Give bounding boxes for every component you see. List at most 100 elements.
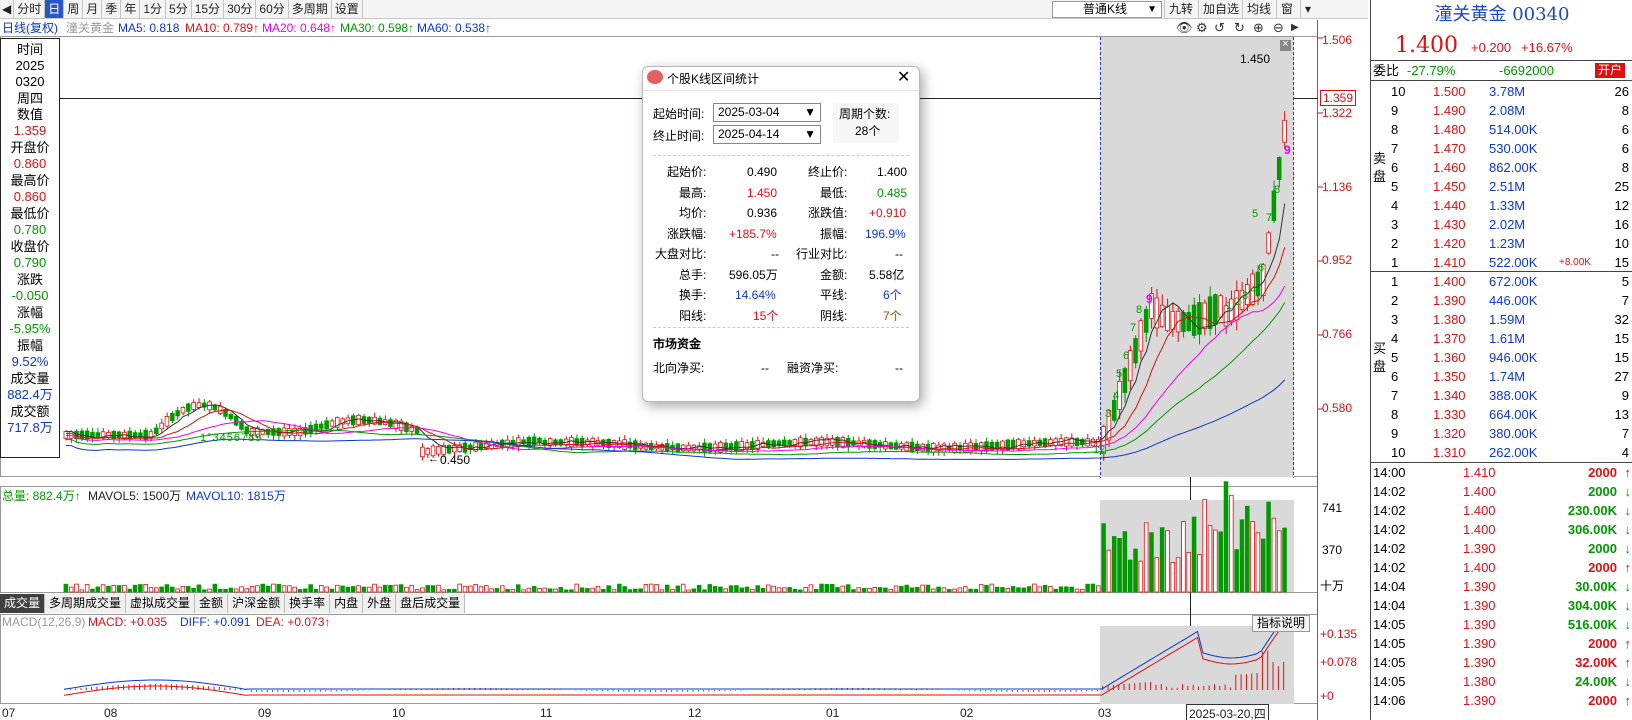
- bid-row[interactable]: 7 1.340 388.00K 9: [1371, 386, 1632, 405]
- ask-price: 1.430: [1433, 217, 1466, 232]
- volume-bar: [436, 584, 441, 593]
- volume-bar: [100, 584, 106, 593]
- trade-row: 14:05 1.390 32.00K ↑: [1371, 653, 1632, 672]
- tab-turnover[interactable]: 换手率: [285, 594, 331, 613]
- ask-row[interactable]: 4 1.440 1.33M 12: [1371, 196, 1632, 215]
- stat-label: 最高:: [679, 186, 707, 200]
- stat-value: 14.64%: [735, 288, 776, 302]
- app-logo-icon: [647, 70, 663, 84]
- macd-value: MACD: +0.035: [88, 615, 168, 629]
- ask-row[interactable]: 9 1.490 2.08M 8: [1371, 101, 1632, 120]
- arrow-down-icon: ↓: [1624, 617, 1632, 632]
- candle-body: [1207, 296, 1213, 330]
- bid-row[interactable]: 8 1.330 664.00K 13: [1371, 405, 1632, 424]
- indicator-help-button[interactable]: 指标说明: [1252, 615, 1311, 632]
- tab-virtual-volume[interactable]: 虚拟成交量: [126, 594, 196, 613]
- ask-row[interactable]: 7 1.470 530.00K 6: [1371, 139, 1632, 158]
- stat-label: 涨跌值:: [808, 206, 848, 220]
- bid-row[interactable]: 6 1.350 1.74M 27: [1371, 367, 1632, 386]
- volume-bar: [787, 587, 792, 593]
- volume-bar: [1218, 531, 1223, 593]
- trade-volume: 2000: [1588, 560, 1617, 575]
- volume-bar: [888, 588, 893, 593]
- high-value: 0.860: [13, 189, 47, 204]
- volume-bar: [494, 588, 500, 593]
- volume-bar: [867, 588, 872, 593]
- x-tick: 01: [826, 706, 840, 720]
- trade-time: 14:05: [1373, 655, 1406, 670]
- volume-bar: [164, 584, 170, 593]
- ask-row[interactable]: 2 1.420 1.23M 10: [1371, 234, 1632, 253]
- volume-bar: [1170, 562, 1176, 593]
- trade-row: 14:02 1.390 2000 ↓: [1371, 539, 1632, 558]
- volume-bar: [798, 589, 803, 593]
- candle-body: [63, 431, 69, 439]
- ask-level: 2: [1391, 236, 1399, 251]
- bid-row[interactable]: 2 1.390 446.00K 7: [1371, 291, 1632, 310]
- trade-price: 1.400: [1463, 503, 1496, 518]
- trade-price: 1.400: [1463, 484, 1496, 499]
- bid-price: 1.370: [1433, 331, 1466, 346]
- volume-bar: [1058, 586, 1064, 593]
- stock-kline-window: ◀ 分时 日 周 月 季 年 1分 5分 15分 30分 60分 多周期 设置 …: [0, 0, 1632, 720]
- volume-bar: [1064, 586, 1069, 593]
- bid-row[interactable]: 5 1.360 946.00K 15: [1371, 348, 1632, 367]
- ask-row[interactable]: 1 1.410 522.00K +8.00K 15: [1371, 253, 1632, 272]
- chevron-down-icon: ▼: [804, 127, 816, 141]
- ask-count: 26: [1614, 84, 1629, 99]
- bid-row[interactable]: 9 1.320 380.00K 7: [1371, 424, 1632, 443]
- stat-value: 0.485: [877, 186, 908, 200]
- volume-bar: [542, 587, 548, 593]
- arrow-up-icon: ↑: [1624, 465, 1632, 480]
- volume-bar: [510, 589, 516, 593]
- bid-row[interactable]: 1 1.400 672.00K 5: [1371, 272, 1632, 291]
- ask-level: 9: [1391, 103, 1399, 118]
- tab-outer[interactable]: 外盘: [363, 594, 397, 613]
- volume-bar: [356, 585, 361, 593]
- volume-bar: [292, 586, 297, 593]
- bid-level: 10: [1391, 445, 1406, 460]
- close-icon[interactable]: ×: [1280, 39, 1291, 51]
- stat-value: +0.910: [869, 206, 907, 220]
- stat-label: 涨跌幅:: [667, 227, 707, 241]
- ask-price: 1.420: [1433, 236, 1466, 251]
- candle-body: [1143, 309, 1149, 333]
- bid-row[interactable]: 10 1.310 262.00K 4: [1371, 443, 1632, 462]
- tab-sh-sz-amount[interactable]: 沪深金额: [228, 594, 286, 613]
- volume-bar: [1229, 494, 1234, 593]
- tab-amount[interactable]: 金额: [195, 594, 229, 613]
- volume-bar: [824, 584, 830, 593]
- volume-bar: [484, 585, 489, 593]
- tab-after-hours[interactable]: 盘后成交量: [396, 594, 466, 613]
- volume-bar: [622, 586, 627, 593]
- trade-row: 14:05 1.390 2000 ↑: [1371, 634, 1632, 653]
- ask-row[interactable]: 8 1.480 514.00K 6: [1371, 120, 1632, 139]
- ask-row[interactable]: 5 1.450 2.51M 25: [1371, 177, 1632, 196]
- td-count: 8: [1274, 184, 1281, 196]
- candle-body: [569, 436, 574, 448]
- ask-row[interactable]: 10 1.500 3.78M 26: [1371, 82, 1632, 101]
- tab-volume[interactable]: 成交量: [0, 594, 46, 613]
- tab-multi-volume[interactable]: 多周期成交量: [45, 594, 127, 613]
- tab-inner[interactable]: 内盘: [330, 594, 364, 613]
- bid-row[interactable]: 3 1.380 1.59M 32: [1371, 310, 1632, 329]
- volume-bar: [526, 587, 532, 593]
- bid-row[interactable]: 4 1.370 1.61M 15: [1371, 329, 1632, 348]
- bid-price: 1.400: [1433, 274, 1466, 289]
- stat-value: --: [771, 247, 779, 261]
- start-date-picker[interactable]: 2025-03-04 ▼: [713, 103, 821, 122]
- candle-body: [1255, 271, 1261, 297]
- volume-bar: [606, 585, 611, 593]
- candle-body: [537, 437, 542, 443]
- open-account-button[interactable]: 开户: [1595, 63, 1626, 78]
- ask-row[interactable]: 3 1.430 2.02M 16: [1371, 215, 1632, 234]
- volume-bar: [1255, 532, 1261, 593]
- close-icon[interactable]: ✕: [897, 67, 910, 87]
- range-stats-dialog: 个股K线区间统计 ✕ 起始时间: 2025-03-04 ▼ 终止时间: 2025-…: [642, 66, 920, 402]
- ask-row[interactable]: 6 1.460 862.00K 8: [1371, 158, 1632, 177]
- candle-body: [233, 416, 239, 426]
- volume-bar: [377, 586, 383, 593]
- bid-price: 1.310: [1433, 445, 1466, 460]
- bid-volume: 664.00K: [1489, 407, 1538, 422]
- end-date-picker[interactable]: 2025-04-14 ▼: [713, 125, 821, 144]
